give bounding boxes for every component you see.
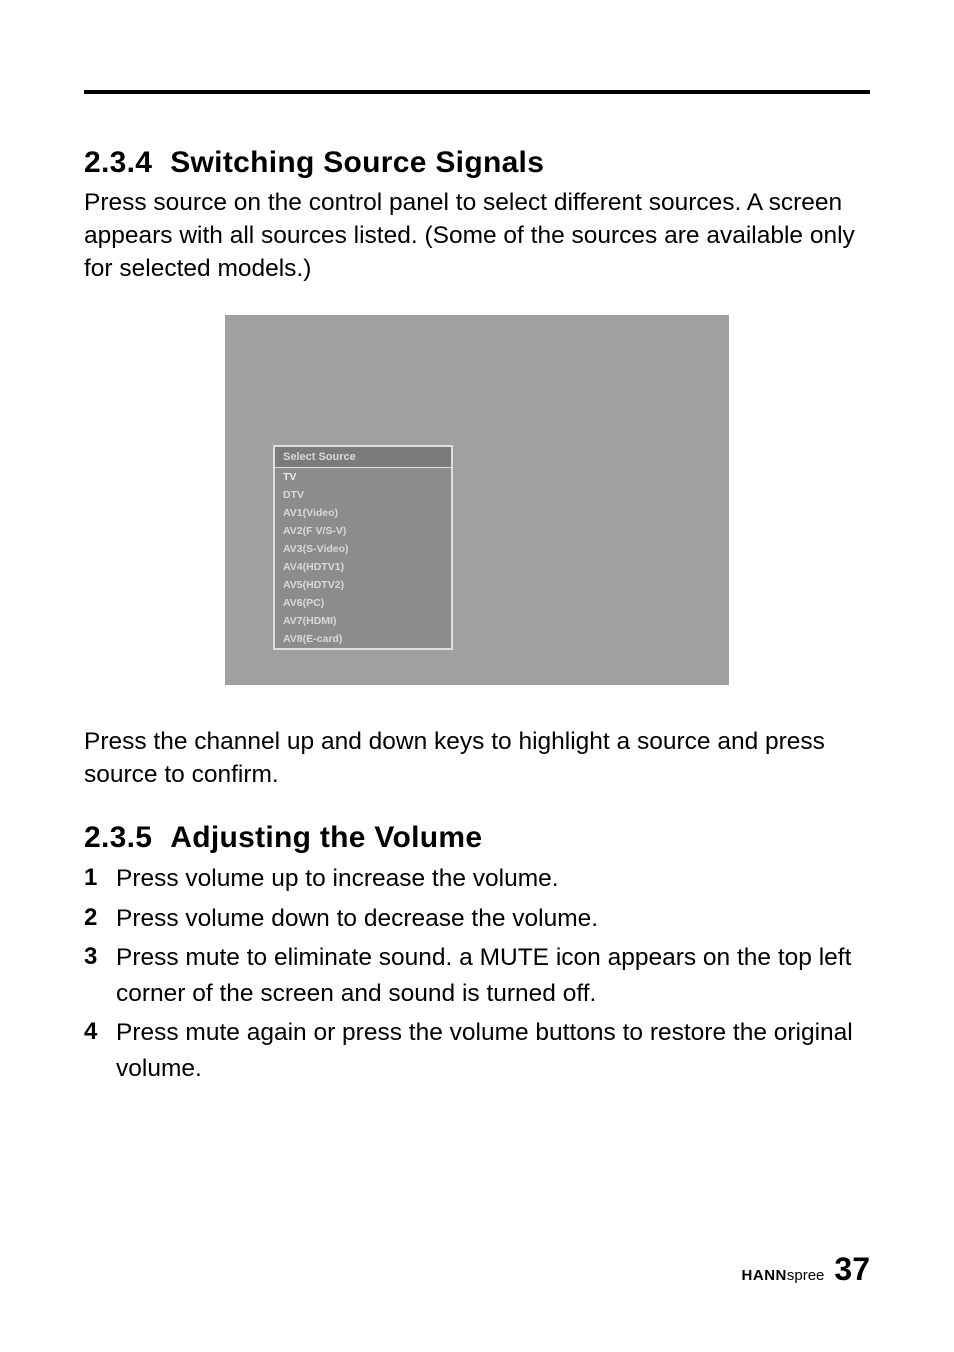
osd-menu-item: AV3(S-Video) — [275, 540, 451, 558]
step-text: Press volume up to increase the volume. — [116, 861, 870, 897]
step-number: 2 — [84, 901, 116, 936]
osd-menu-item: AV8(E-card) — [275, 630, 451, 648]
page-number: 37 — [834, 1251, 870, 1288]
list-item: 1 Press volume up to increase the volume… — [84, 861, 870, 897]
osd-menu-item: AV1(Video) — [275, 504, 451, 522]
step-number: 4 — [84, 1015, 116, 1050]
volume-steps-list: 1 Press volume up to increase the volume… — [84, 861, 870, 1086]
list-item: 2 Press volume down to decrease the volu… — [84, 901, 870, 937]
step-text: Press mute to eliminate sound. a MUTE ic… — [116, 940, 870, 1011]
step-number: 1 — [84, 861, 116, 896]
page-footer: HANNspree 37 — [742, 1251, 870, 1288]
top-rule — [84, 90, 870, 94]
osd-select-source-menu: Select Source TV DTV AV1(Video) AV2(F V/… — [273, 445, 453, 650]
osd-menu-item: AV7(HDMI) — [275, 612, 451, 630]
section-title: Switching Source Signals — [170, 146, 544, 179]
osd-menu-item: AV2(F V/S-V) — [275, 522, 451, 540]
osd-menu-item: AV6(PC) — [275, 594, 451, 612]
brand-light: spree — [787, 1267, 825, 1284]
document-page: 2.3.4 Switching Source Signals Press sour… — [0, 0, 954, 1352]
section-number: 2.3.5 — [84, 821, 152, 854]
osd-menu-item: DTV — [275, 486, 451, 504]
osd-tv-screen: Select Source TV DTV AV1(Video) AV2(F V/… — [225, 315, 729, 685]
osd-menu-title: Select Source — [275, 447, 451, 468]
list-item: 4 Press mute again or press the volume b… — [84, 1015, 870, 1086]
step-text: Press mute again or press the volume but… — [116, 1015, 870, 1086]
brand-logo: HANNspree — [742, 1267, 825, 1285]
osd-menu-item: TV — [275, 468, 451, 486]
osd-screenshot-wrap: Select Source TV DTV AV1(Video) AV2(F V/… — [84, 315, 870, 685]
section-paragraph: Press source on the control panel to sel… — [84, 186, 870, 285]
step-number: 3 — [84, 940, 116, 975]
section-heading-volume: 2.3.5 Adjusting the Volume — [84, 821, 870, 855]
section-after-paragraph: Press the channel up and down keys to hi… — [84, 725, 870, 791]
step-text: Press volume down to decrease the volume… — [116, 901, 870, 937]
section-number: 2.3.4 — [84, 146, 152, 179]
osd-menu-item: AV5(HDTV2) — [275, 576, 451, 594]
section-title: Adjusting the Volume — [170, 821, 482, 854]
brand-bold: HANN — [742, 1267, 787, 1284]
list-item: 3 Press mute to eliminate sound. a MUTE … — [84, 940, 870, 1011]
section-heading-switching: 2.3.4 Switching Source Signals — [84, 146, 870, 180]
osd-menu-item: AV4(HDTV1) — [275, 558, 451, 576]
